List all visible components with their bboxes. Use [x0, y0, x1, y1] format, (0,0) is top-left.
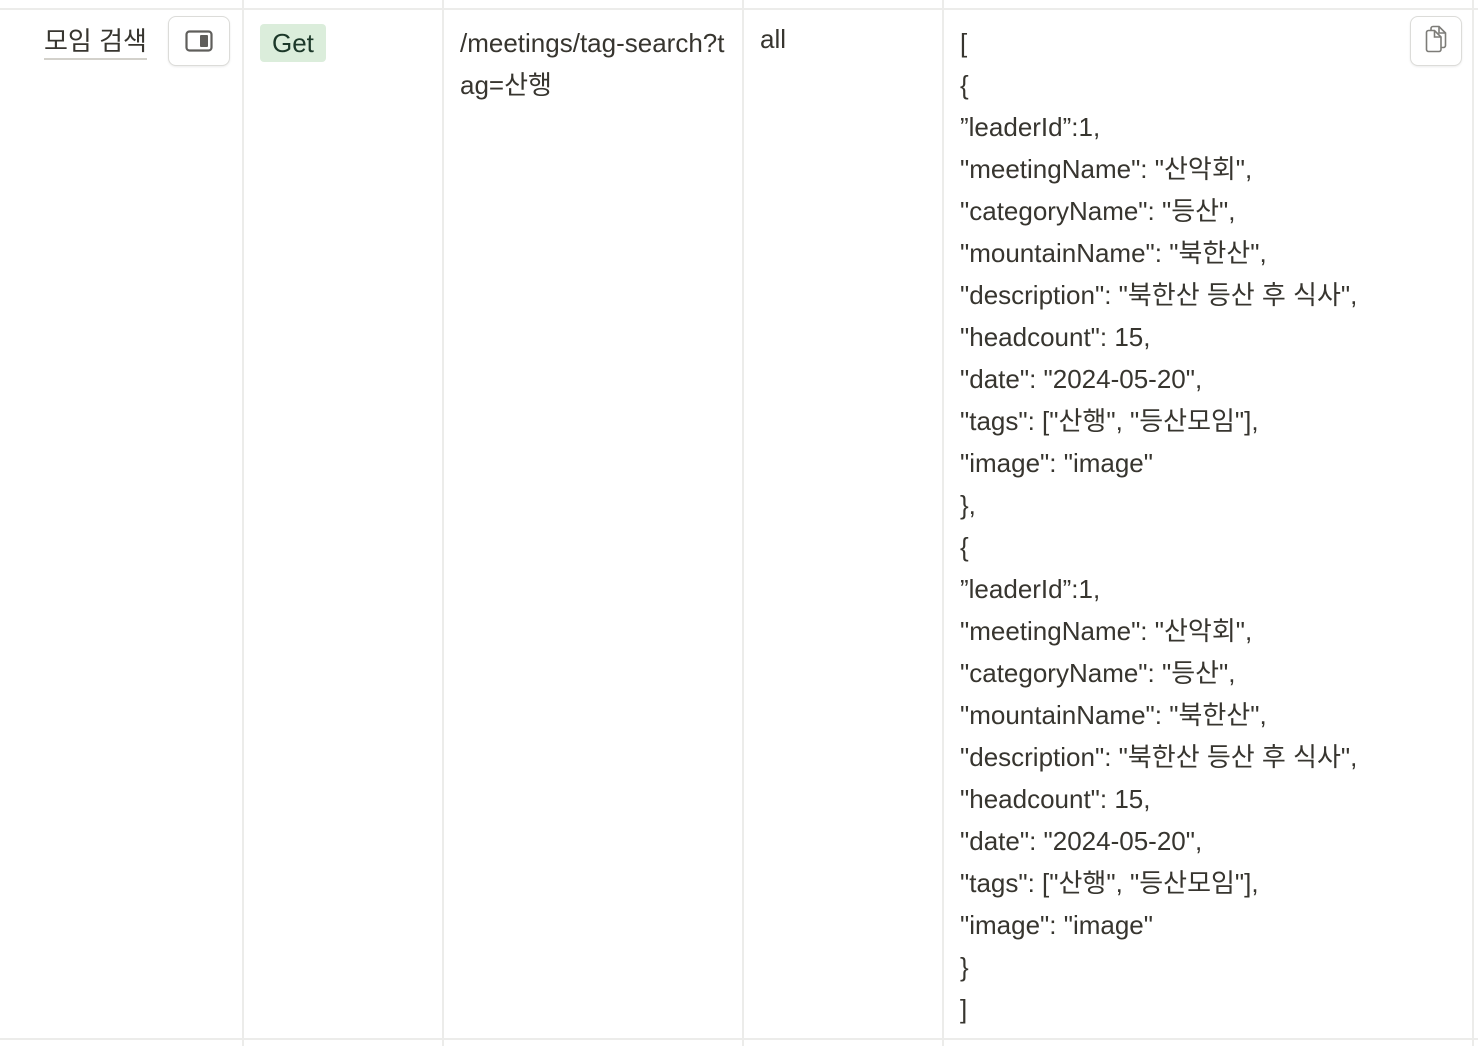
response-line: ”leaderId”:1, — [960, 574, 1101, 604]
copy-button[interactable] — [1410, 16, 1462, 66]
column-divider — [1472, 0, 1474, 1046]
method-cell[interactable]: Get — [244, 10, 442, 1038]
response-line: [ — [960, 28, 968, 58]
row-bottom-border — [0, 1038, 1478, 1040]
response-line: }, — [960, 490, 976, 520]
response-line: "date": "2024-05-20", — [960, 826, 1203, 856]
response-line: "date": "2024-05-20", — [960, 364, 1203, 394]
response-line: "mountainName": "북한산", — [960, 238, 1267, 268]
response-line: { — [960, 70, 969, 100]
response-line: "categoryName": "등산", — [960, 196, 1236, 226]
response-line: "tags": ["산행", "등산모임"], — [960, 406, 1259, 436]
response-line: "headcount": 15, — [960, 322, 1151, 352]
response-body: [ { ”leaderId”:1, "meetingName": "산악회", … — [960, 22, 1357, 1030]
response-line: "image": "image" — [960, 910, 1153, 940]
response-line: ] — [960, 994, 968, 1024]
response-line: "tags": ["산행", "등산모임"], — [960, 868, 1259, 898]
side-peek-icon — [185, 30, 213, 52]
response-line: "meetingName": "산악회", — [960, 616, 1253, 646]
response-line: ”leaderId”:1, — [960, 112, 1101, 142]
copy-icon — [1424, 25, 1448, 58]
response-line: "description": "북한산 등산 후 식사", — [960, 280, 1358, 310]
response-line: } — [960, 952, 969, 982]
response-line: { — [960, 532, 969, 562]
page-title-link[interactable]: 모임 검색 — [44, 24, 147, 60]
response-line: "image": "image" — [960, 448, 1153, 478]
auth-cell[interactable]: all — [744, 10, 942, 1038]
response-cell[interactable]: [ { ”leaderId”:1, "meetingName": "산악회", … — [944, 10, 1472, 1038]
response-line: "mountainName": "북한산", — [960, 700, 1267, 730]
response-line: "meetingName": "산악회", — [960, 154, 1253, 184]
url-text: /meetings/tag-search?tag=산행 — [460, 28, 725, 100]
name-cell[interactable]: 모임 검색 — [0, 10, 242, 1038]
url-cell[interactable]: /meetings/tag-search?tag=산행 — [444, 10, 742, 1038]
open-side-peek-button[interactable] — [168, 16, 230, 66]
response-line: "headcount": 15, — [960, 784, 1151, 814]
response-line: "categoryName": "등산", — [960, 658, 1236, 688]
method-tag: Get — [260, 24, 326, 62]
auth-text: all — [760, 24, 787, 54]
response-line: "description": "북한산 등산 후 식사", — [960, 742, 1358, 772]
api-table: 모임 검색 Get /meetings/tag-search?tag=산행 al… — [0, 0, 1478, 1046]
